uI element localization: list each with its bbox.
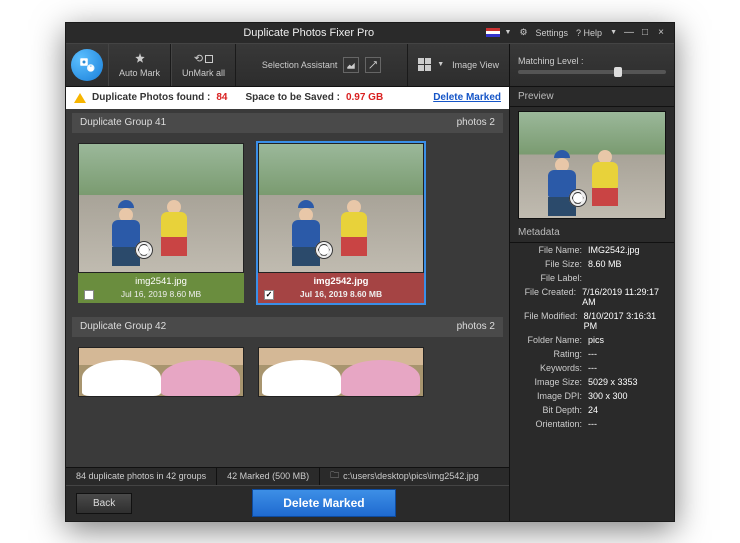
language-flag-icon[interactable] [486, 28, 500, 37]
back-button[interactable]: Back [76, 493, 132, 514]
automark-button[interactable]: Auto Mark [108, 44, 171, 86]
metadata-row: Folder Name:pics [510, 333, 674, 347]
metadata-row: Bit Depth:24 [510, 403, 674, 417]
metadata-table: File Name:IMG2542.jpgFile Size:8.60 MBFi… [510, 243, 674, 521]
metadata-row: Rating:--- [510, 347, 674, 361]
settings-label[interactable]: Settings [533, 28, 572, 38]
settings-link[interactable]: ⚙ [516, 27, 530, 38]
warning-icon [74, 93, 86, 103]
status-summary: 84 duplicate photos in 42 groups [66, 468, 217, 485]
folder-icon: 🗀 [330, 468, 339, 484]
image-view-group: ▼ Image View [407, 44, 509, 86]
unmarkall-button[interactable]: ⟲ UnMark all [171, 44, 236, 86]
results-panel: Duplicate Photos found : 84 Space to be … [66, 87, 509, 521]
mark-checkbox[interactable]: ✓ [264, 290, 274, 300]
photo-thumbnail[interactable] [258, 143, 424, 273]
status-bar: 84 duplicate photos in 42 groups 42 Mark… [66, 467, 509, 485]
selection-tool-1[interactable] [343, 57, 359, 73]
metadata-row: File Size:8.60 MB [510, 257, 674, 271]
mark-checkbox[interactable] [84, 290, 94, 300]
app-logo [66, 44, 108, 86]
delete-marked-link[interactable]: Delete Marked [433, 92, 501, 103]
status-marked: 42 Marked (500 MB) [217, 468, 320, 485]
metadata-row: File Name:IMG2542.jpg [510, 243, 674, 257]
metadata-row: File Label: [510, 271, 674, 285]
photo-thumbnail[interactable] [78, 143, 244, 273]
matching-level-slider[interactable] [518, 70, 666, 74]
bottom-bar: Back Delete Marked [66, 485, 509, 521]
metadata-row: Image DPI:300 x 300 [510, 389, 674, 403]
group-header: Duplicate Group 42 photos 2 [72, 317, 503, 337]
groups-list[interactable]: Duplicate Group 41 photos 2 img2541.jpg [66, 109, 509, 467]
info-bar: Duplicate Photos found : 84 Space to be … [66, 87, 509, 109]
metadata-row: File Modified:8/10/2017 3:16:31 PM [510, 309, 674, 333]
help-link[interactable]: ? Help [573, 28, 605, 38]
app-window: Duplicate Photos Fixer Pro ▼ ⚙ Settings … [65, 22, 675, 522]
photo-card[interactable] [256, 345, 426, 399]
metadata-row: Orientation:--- [510, 417, 674, 431]
selection-tool-2[interactable] [365, 57, 381, 73]
grid-view-icon[interactable] [418, 58, 431, 71]
maximize-button[interactable]: □ [638, 27, 652, 39]
photo-card[interactable]: img2542.jpg ✓Jul 16, 2019 8.60 MB [256, 141, 426, 305]
delete-marked-button[interactable]: Delete Marked [252, 489, 395, 517]
metadata-row: Keywords:--- [510, 361, 674, 375]
title-bar: Duplicate Photos Fixer Pro ▼ ⚙ Settings … [66, 23, 674, 43]
close-button[interactable]: × [654, 27, 668, 39]
preview-image [518, 111, 666, 219]
metadata-row: File Created:7/16/2019 11:29:17 AM [510, 285, 674, 309]
minimize-button[interactable]: — [622, 27, 636, 39]
group-header: Duplicate Group 41 photos 2 [72, 113, 503, 133]
selection-assistant: Selection Assistant [236, 44, 407, 86]
side-panel: Preview Metadata File Name:IMG2542.jpgFi… [509, 87, 674, 521]
metadata-label: Metadata [510, 223, 674, 243]
photo-card[interactable]: img2541.jpg Jul 16, 2019 8.60 MB [76, 141, 246, 305]
metadata-row: Image Size:5029 x 3353 [510, 375, 674, 389]
status-path: 🗀c:\users\desktop\pics\img2542.jpg [320, 468, 489, 485]
toolbar: Auto Mark ⟲ UnMark all Selection Assista… [66, 43, 674, 87]
photo-card[interactable] [76, 345, 246, 399]
preview-label: Preview [510, 87, 674, 107]
matching-level-pane: Matching Level : [509, 44, 674, 86]
window-title: Duplicate Photos Fixer Pro [243, 27, 374, 39]
